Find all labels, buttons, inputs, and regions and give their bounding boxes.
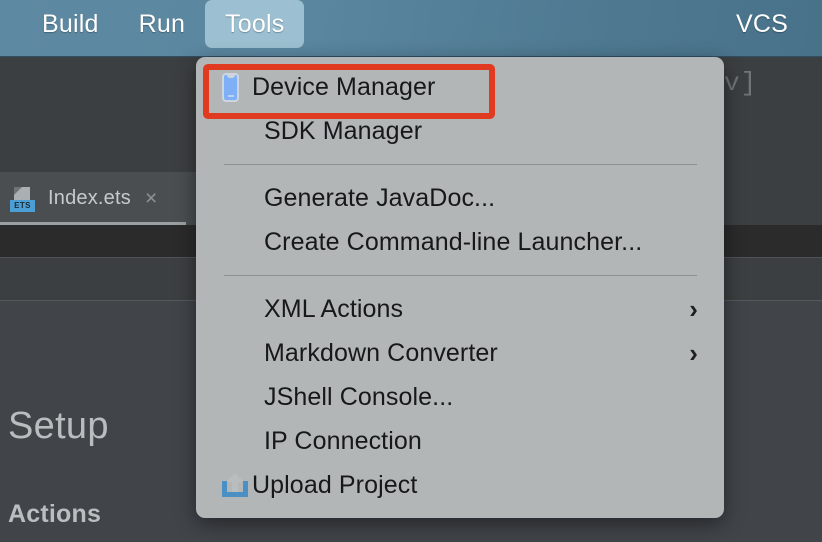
- close-icon[interactable]: ×: [145, 188, 157, 209]
- menu-item-sdk-manager[interactable]: SDK Manager: [196, 109, 724, 153]
- menu-separator-2: [224, 275, 697, 276]
- menu-item-label: SDK Manager: [264, 116, 423, 145]
- menu-item-label: Generate JavaDoc...: [264, 183, 496, 212]
- menu-item-label: JShell Console...: [264, 382, 454, 411]
- menu-item-label: IP Connection: [264, 426, 422, 455]
- main-menu-items: Build Run Tools: [22, 0, 305, 56]
- actions-heading: Actions: [8, 500, 102, 528]
- menu-item-jshell-console[interactable]: JShell Console...: [196, 375, 724, 419]
- tools-menu-list: Device Manager SDK Manager Generate Java…: [196, 57, 724, 507]
- upload-icon: [222, 473, 252, 497]
- editor-code-snippet: v]: [724, 68, 758, 98]
- menu-build[interactable]: Build: [22, 0, 119, 48]
- menu-item-create-command-line-launcher[interactable]: Create Command-line Launcher...: [196, 220, 724, 264]
- editor-tab-label: Index.ets: [48, 187, 131, 209]
- ets-file-icon-badge: ETS: [10, 199, 35, 212]
- menu-item-markdown-converter[interactable]: Markdown Converter ›: [196, 331, 724, 375]
- ets-file-icon: ETS: [8, 185, 36, 213]
- menu-run[interactable]: Run: [119, 0, 205, 48]
- menu-item-ip-connection[interactable]: IP Connection: [196, 419, 724, 463]
- menu-item-upload-project[interactable]: Upload Project: [196, 463, 724, 507]
- menu-item-xml-actions[interactable]: XML Actions ›: [196, 287, 724, 331]
- menu-item-device-manager[interactable]: Device Manager: [196, 65, 724, 109]
- menu-item-label: Markdown Converter: [264, 338, 498, 367]
- application-window: ETS Index.ets × v] Setup Actions Build R…: [0, 0, 822, 542]
- main-menu-right-items: VCS: [728, 0, 796, 48]
- menu-item-label: XML Actions: [264, 294, 404, 323]
- menu-separator-1: [224, 164, 697, 165]
- menu-item-label: Device Manager: [252, 72, 436, 101]
- menu-item-label: Create Command-line Launcher...: [264, 227, 643, 256]
- menu-item-generate-javadoc[interactable]: Generate JavaDoc...: [196, 176, 724, 220]
- setup-heading: Setup: [8, 405, 109, 447]
- menu-item-label: Upload Project: [252, 470, 418, 499]
- device-phone-icon: [222, 72, 252, 102]
- menu-tools[interactable]: Tools: [205, 0, 305, 48]
- chevron-right-icon: ›: [689, 294, 698, 324]
- chevron-right-icon: ›: [689, 338, 698, 368]
- tools-dropdown-menu: Device Manager SDK Manager Generate Java…: [196, 57, 724, 518]
- main-menu-bar: Build Run Tools VCS: [0, 0, 822, 57]
- menu-vcs[interactable]: VCS: [728, 0, 796, 48]
